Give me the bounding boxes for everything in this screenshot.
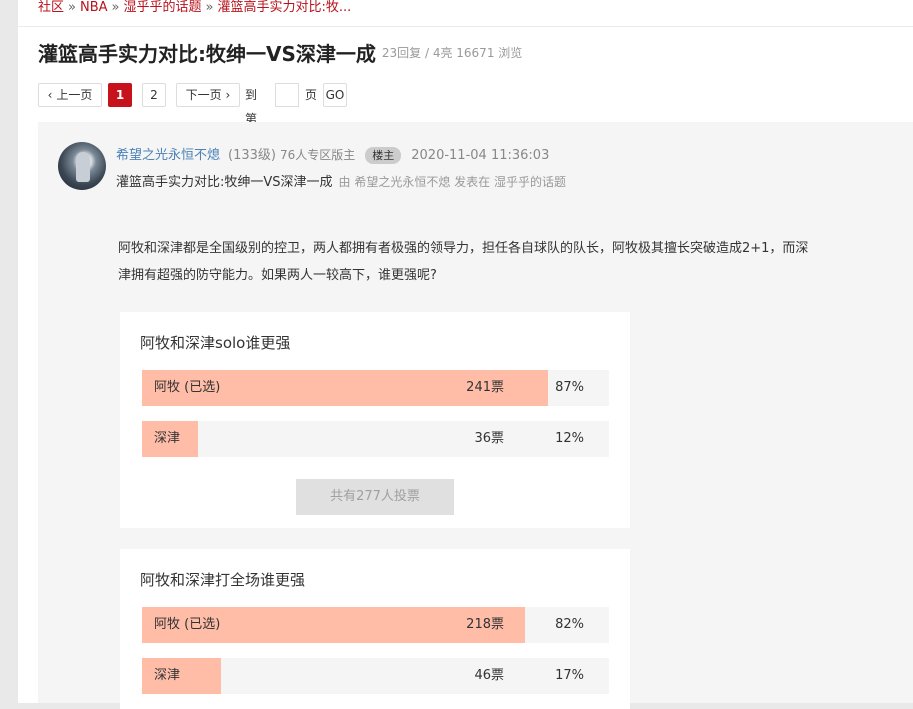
next-page-button[interactable]: 下一页 › [176,83,240,107]
poll-card: 阿牧和深津打全场谁更强 阿牧 (已选) 218票 82% 深津 46票 17% [120,549,630,709]
post-body-line: 阿牧和深津都是全国级别的控卫，两人都拥有者极强的领导力，担任各自球队的队长，阿牧… [118,241,809,256]
post: 希望之光永恒不熄 (133级) 76人专区版主 楼主 2020-11-04 11:36:… [38,122,913,709]
poll-option-label: 阿牧 (已选) [154,380,221,395]
poll-total-button[interactable]: 共有277人投票 [296,479,454,515]
author-level: (133级) [228,148,276,163]
breadcrumb-separator: » [205,0,214,15]
poll-option-label: 深津 [154,668,181,683]
poll-option-percent: 87% [555,380,584,395]
poll-option-label: 深津 [154,431,181,446]
divider [18,26,913,27]
prev-page-button[interactable]: ‹ 上一页 [38,83,102,107]
page: 社区» NBA» 湿乎乎的话题» 灌篮高手实力对比:牧... 灌篮高手实力对比:牧绅一… [18,0,913,709]
breadcrumb: 社区» NBA» 湿乎乎的话题» 灌篮高手实力对比:牧... [38,0,351,18]
poll-option-percent: 12% [555,431,584,446]
op-badge: 楼主 [365,147,402,164]
moderator-label: 76人专区版主 [279,148,356,162]
poll-option-votes: 218票 [466,617,504,632]
prev-page-label: 上一页 [56,88,93,102]
breadcrumb-nba[interactable]: NBA [80,0,108,15]
page-1-button[interactable]: 1 [108,83,132,107]
poll-option[interactable]: 深津 46票 17% [142,658,609,694]
author-name[interactable]: 希望之光永恒不熄 [116,148,220,163]
next-page-label: 下一页 [185,88,222,102]
poll-option[interactable]: 阿牧 (已选) 241票 87% [142,370,609,406]
poll-option[interactable]: 深津 36票 12% [142,421,609,457]
author-row: 希望之光永恒不熄 (133级) 76人专区版主 楼主 2020-11-04 11:36:… [116,144,549,164]
poll-option-percent: 17% [555,668,584,683]
breadcrumb-topic[interactable]: 湿乎乎的话题 [124,0,202,15]
poll-question: 阿牧和深津打全场谁更强 [140,571,306,589]
post-body-line: 津拥有超强的防守能力。如果两人一较高下，谁更强呢? [118,268,437,283]
page-unit-label: 页 [305,88,318,102]
poll-option-percent: 82% [555,617,584,632]
poll-option[interactable]: 阿牧 (已选) 218票 82% [142,607,609,643]
breadcrumb-separator: » [68,0,76,15]
chevron-left-icon: ‹ [47,88,53,102]
title-row: 灌篮高手实力对比:牧绅一VS深津一成 23回复 / 4亮 16671 浏览 [38,38,522,67]
poll-option-votes: 241票 [466,380,504,395]
chevron-right-icon: › [225,88,231,102]
page-title: 灌篮高手实力对比:牧绅一VS深津一成 [38,42,376,66]
post-body: 阿牧和深津都是全国级别的控卫，两人都拥有者极强的领导力，担任各自球队的队长，阿牧… [118,235,878,289]
avatar-figure [76,152,90,182]
avatar[interactable] [58,142,106,190]
page-number-input[interactable] [275,83,299,107]
post-subject: 灌篮高手实力对比:牧绅一VS深津一成 [116,175,333,190]
poll-option-label: 阿牧 (已选) [154,617,221,632]
poll-card: 阿牧和深津solo谁更强 阿牧 (已选) 241票 87% 深津 36票 12%… [120,312,630,528]
post-time: 2020-11-04 11:36:03 [411,148,550,163]
poll-question: 阿牧和深津solo谁更强 [140,334,291,352]
go-button[interactable]: GO [323,83,347,107]
breadcrumb-separator: » [111,0,120,15]
poll-option-votes: 36票 [474,431,504,446]
poll-option-votes: 46票 [474,668,504,683]
breadcrumb-current[interactable]: 灌篮高手实力对比:牧... [217,0,351,15]
post-meta: 由 希望之光永恒不熄 发表在 湿乎乎的话题 [338,175,566,189]
breadcrumb-community[interactable]: 社区 [38,0,64,15]
thread-stats: 23回复 / 4亮 16671 浏览 [381,46,523,60]
page-2-button[interactable]: 2 [142,83,166,107]
post-subject-row: 灌篮高手实力对比:牧绅一VS深津一成由 希望之光永恒不熄 发表在 湿乎乎的话题 [116,171,566,190]
